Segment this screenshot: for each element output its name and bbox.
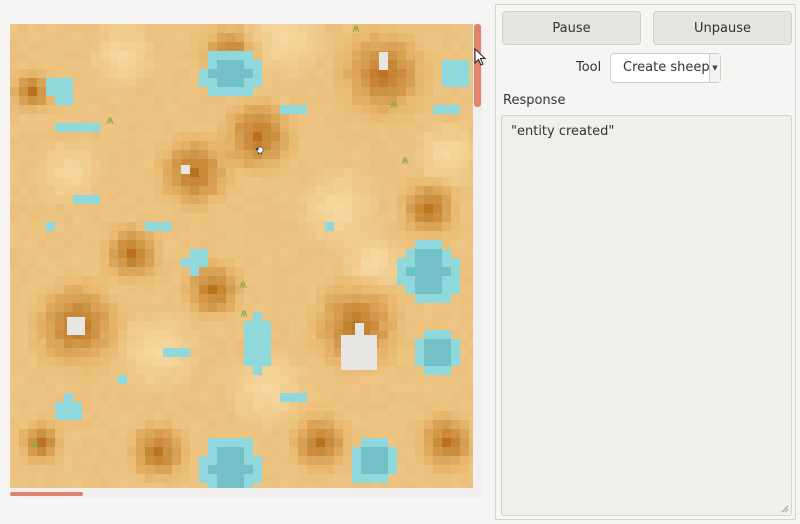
rock-tile (181, 165, 190, 174)
mouse-pointer-icon (474, 48, 487, 66)
unpause-button[interactable]: Unpause (653, 11, 792, 45)
control-panel: Pause Unpause Tool Create sheep ▼ Respon… (495, 4, 796, 520)
world-map-viewport[interactable] (10, 24, 473, 488)
horizontal-scrollbar-thumb[interactable] (10, 492, 83, 496)
terrain-map[interactable] (10, 24, 473, 488)
rock-tile (67, 317, 85, 335)
resize-grip-icon[interactable] (781, 505, 789, 513)
tool-selected-value: Create sheep (623, 60, 710, 75)
rock-tile (379, 52, 388, 70)
tool-dropdown[interactable]: Create sheep ▼ (610, 53, 721, 83)
rock-tile (355, 323, 364, 335)
tool-label: Tool (576, 60, 602, 75)
response-textarea[interactable]: "entity created" (501, 115, 792, 516)
rock-tile (341, 335, 377, 370)
dropdown-arrow-icon[interactable]: ▼ (709, 54, 720, 82)
response-text: "entity created" (511, 124, 615, 139)
response-label: Response (503, 93, 566, 108)
pause-button[interactable]: Pause (502, 11, 641, 45)
